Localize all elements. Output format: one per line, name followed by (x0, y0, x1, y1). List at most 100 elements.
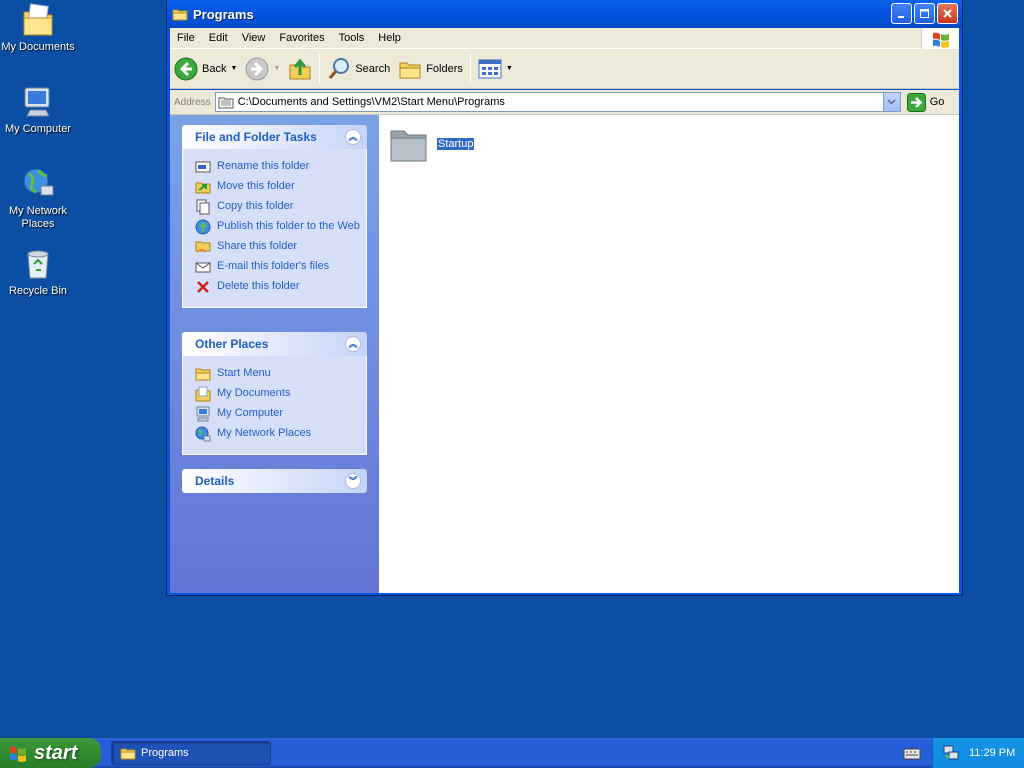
address-input[interactable]: C:\Documents and Settings\VM2\Start Menu… (214, 92, 901, 112)
panel-header[interactable]: Details ︾ (182, 469, 367, 493)
windows-logo-icon (10, 746, 26, 762)
menu-help[interactable]: Help (371, 28, 408, 49)
desktop-icon-label-line2: Places (21, 218, 55, 230)
back-arrow-icon (174, 57, 198, 80)
folders-icon (399, 62, 421, 78)
folders-label: Folders (426, 62, 463, 75)
minimize-icon (898, 16, 904, 18)
folder-name: Startup (435, 137, 476, 151)
task-copy-folder[interactable]: Copy this folder (195, 199, 366, 215)
window-controls (891, 3, 958, 24)
place-label: My Computer (217, 407, 284, 419)
collapse-icon[interactable]: ︽ (345, 129, 361, 145)
move-folder-icon (195, 182, 211, 194)
task-move-folder[interactable]: Move this folder (195, 179, 366, 195)
keyboard-icon[interactable] (903, 745, 921, 761)
forward-button[interactable]: ▼ (241, 52, 284, 86)
share-folder-icon (195, 241, 211, 253)
explorer-window: Programs File Edit View Favorites Tools … (166, 0, 963, 596)
other-places-panel: Other Places ︽ Start Menu My Documents M… (182, 332, 367, 455)
chevron-down-icon[interactable]: ▼ (273, 65, 280, 72)
search-icon (329, 57, 350, 79)
address-label: Address (174, 96, 211, 108)
copy-icon (196, 199, 210, 215)
desktop-icon-label: My Documents (1, 41, 75, 53)
address-bar: Address C:\Documents and Settings\VM2\St… (170, 90, 959, 114)
my-documents-icon (195, 386, 211, 402)
panel-header[interactable]: File and Folder Tasks ︽ (182, 125, 367, 149)
go-label: Go (929, 96, 945, 108)
clock[interactable]: 11:29 PM (969, 747, 1015, 759)
taskbar-item-programs[interactable]: Programs (111, 741, 271, 765)
task-share-folder[interactable]: Share this folder (195, 239, 366, 255)
collapse-icon[interactable]: ︽ (345, 336, 361, 352)
publish-web-icon (195, 219, 211, 235)
task-rename-folder[interactable]: Rename this folder (195, 159, 366, 175)
standard-toolbar: Back ▼ ▼ Search Folders ▼ (170, 49, 959, 89)
desktop-icon-label-line1: My Network (8, 205, 68, 217)
task-label: Move this folder (217, 180, 295, 192)
close-button[interactable] (937, 3, 958, 24)
start-button[interactable]: start (0, 738, 101, 768)
menu-favorites[interactable]: Favorites (272, 28, 331, 49)
place-label: My Network Places (217, 427, 312, 439)
place-label: My Documents (217, 387, 291, 399)
search-button[interactable]: Search (323, 52, 394, 86)
go-button[interactable]: Go (906, 92, 945, 112)
place-my-network-places[interactable]: My Network Places (195, 426, 366, 442)
expand-icon[interactable]: ︾ (345, 473, 361, 489)
task-publish-folder[interactable]: Publish this folder to the Web (195, 219, 366, 235)
task-label: E-mail this folder's files (217, 260, 330, 272)
network-places-icon (195, 426, 211, 442)
desktop-icon-my-computer[interactable]: My Computer (0, 84, 76, 136)
task-delete-folder[interactable]: Delete this folder (195, 279, 366, 295)
details-panel: Details ︾ (182, 469, 367, 493)
minimize-button[interactable] (891, 3, 912, 24)
file-list-area[interactable]: Startup (379, 115, 959, 593)
start-label: start (34, 741, 78, 764)
panel-header[interactable]: Other Places ︽ (182, 332, 367, 356)
task-label: Copy this folder (217, 200, 294, 212)
views-button[interactable]: ▼ (474, 52, 517, 86)
title-bar[interactable]: Programs (167, 0, 962, 28)
up-folder-icon (289, 58, 311, 79)
close-icon (943, 9, 952, 18)
folder-icon (195, 368, 211, 381)
chevron-down-icon[interactable]: ▼ (230, 65, 237, 72)
task-email-files[interactable]: E-mail this folder's files (195, 259, 366, 275)
desktop-icon-my-documents[interactable]: My Documents (0, 2, 76, 54)
desktop-icon-recycle-bin[interactable]: Recycle Bin (0, 246, 76, 298)
task-label: Delete this folder (217, 280, 300, 292)
windows-logo-icon (921, 28, 959, 49)
rename-icon (195, 161, 211, 173)
delete-icon (197, 281, 209, 293)
file-folder-tasks-panel: File and Folder Tasks ︽ Rename this fold… (182, 125, 367, 308)
menu-file[interactable]: File (170, 28, 202, 49)
place-my-documents[interactable]: My Documents (195, 386, 366, 402)
task-pane: File and Folder Tasks ︽ Rename this fold… (170, 115, 379, 593)
up-folder-button[interactable] (284, 52, 316, 86)
place-start-menu[interactable]: Start Menu (195, 366, 366, 382)
place-my-computer[interactable]: My Computer (195, 406, 366, 422)
network-status-icon[interactable] (943, 745, 959, 761)
folder-icon (120, 748, 136, 760)
menu-tools[interactable]: Tools (332, 28, 372, 49)
views-icon (478, 59, 502, 78)
back-button[interactable]: Back ▼ (170, 52, 241, 86)
folder-item[interactable]: Startup (389, 125, 476, 163)
desktop-icon-my-network-places[interactable]: My Network Places (0, 164, 76, 231)
window-content: File and Folder Tasks ︽ Rename this fold… (170, 114, 959, 593)
panel-body: Rename this folder Move this folder Copy… (182, 149, 367, 308)
toolbar-separator (319, 53, 321, 84)
maximize-button[interactable] (914, 3, 935, 24)
menu-edit[interactable]: Edit (202, 28, 235, 49)
task-label: Publish this folder to the Web (217, 220, 360, 232)
panel-title: Details (195, 474, 235, 488)
address-dropdown-button[interactable] (882, 93, 900, 111)
chevron-down-icon[interactable]: ▼ (506, 65, 513, 72)
maximize-icon (920, 9, 929, 18)
taskbar: start Programs 11:29 PM (0, 738, 1024, 768)
menu-view[interactable]: View (235, 28, 273, 49)
folders-button[interactable]: Folders (394, 52, 467, 86)
email-icon (195, 262, 211, 273)
